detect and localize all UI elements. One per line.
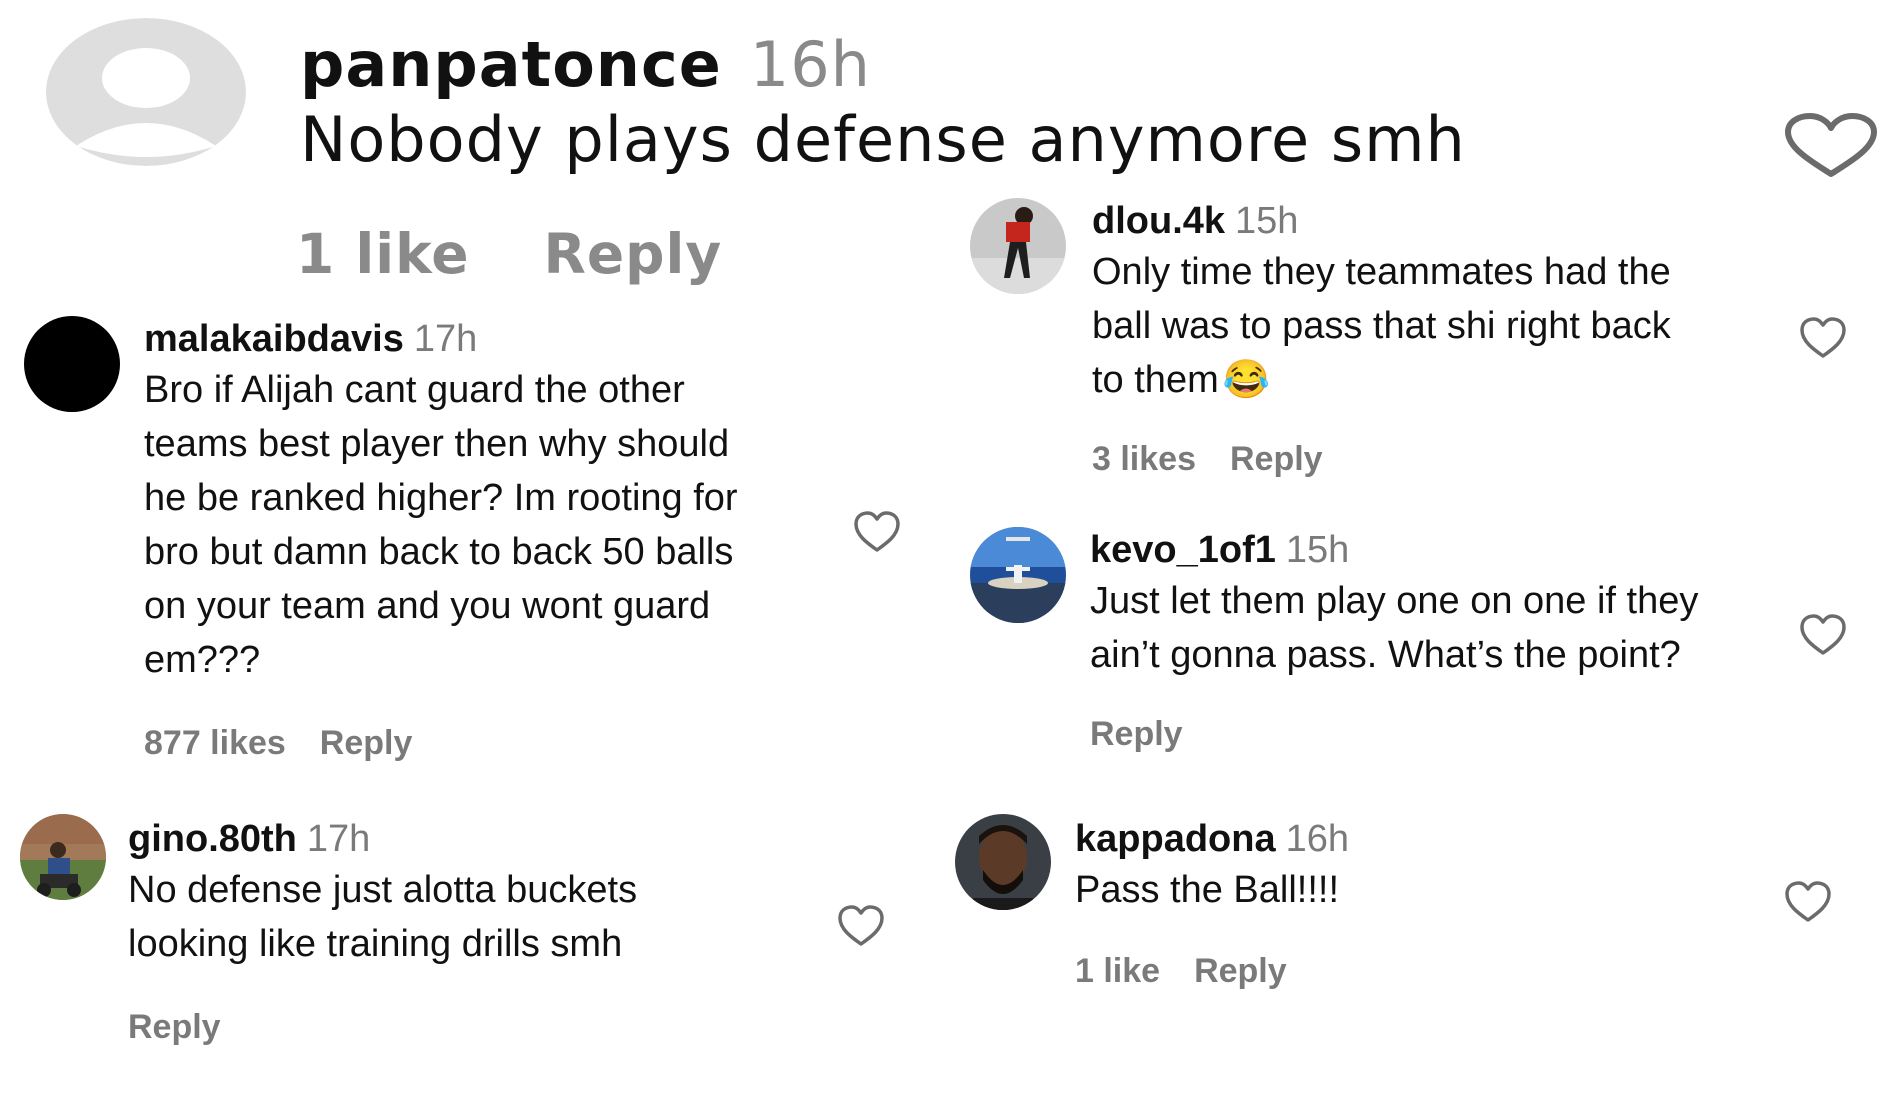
user-photo-icon	[20, 814, 106, 900]
user-photo-icon	[970, 527, 1066, 623]
comment-text: Nobody plays defense anymore smh	[300, 103, 1466, 176]
timestamp: 15h	[1235, 200, 1299, 242]
timestamp: 15h	[1285, 529, 1350, 571]
default-avatar-icon	[46, 18, 246, 166]
like-heart-icon[interactable]	[1783, 880, 1833, 928]
like-count[interactable]: 877 likes	[144, 724, 286, 762]
text-line: he be ranked higher? Im rooting for	[144, 477, 738, 519]
comment-actions: 1 like Reply	[1075, 952, 1287, 991]
comment-text: Only time they teammates had the ball wa…	[1092, 245, 1671, 407]
timestamp: 16h	[749, 28, 871, 101]
comment-text: Just let them play one on one if they ai…	[1090, 574, 1698, 682]
text-line: em???	[144, 639, 261, 681]
comment-actions: Reply	[1090, 715, 1183, 754]
reply-button[interactable]: Reply	[320, 724, 413, 762]
comment-actions: 877 likes Reply	[144, 724, 412, 763]
text-line: Just let them play one on one if they	[1090, 580, 1699, 622]
timestamp: 17h	[413, 318, 478, 360]
reply-comment-malakaibdavis: malakaibdavis 17h Bro if Alijah cant guar…	[0, 300, 930, 770]
text-line: ain’t gonna pass. What’s the point?	[1090, 634, 1681, 676]
reply-button[interactable]: Reply	[544, 222, 723, 286]
username[interactable]: kappadona	[1075, 818, 1276, 860]
timestamp: 16h	[1285, 818, 1350, 860]
comment-header: kappadona 16h	[1075, 818, 1349, 861]
text-line: on your team and you wont guard	[144, 585, 711, 627]
reply-comment-kevo: kevo_1of1 15h Just let them play one on o…	[960, 515, 1900, 785]
reply-comment-gino: gino.80th 17h No defense just alotta buck…	[0, 800, 930, 1070]
user-photo-icon	[955, 814, 1051, 910]
like-count[interactable]: 3 likes	[1092, 440, 1196, 478]
text-line: looking like training drills smh	[128, 923, 623, 965]
comment-text: Pass the Ball!!!!	[1075, 863, 1349, 917]
like-heart-icon[interactable]	[836, 904, 886, 952]
text-line: bro but damn back to back 50 balls	[144, 531, 734, 573]
like-heart-icon[interactable]	[1798, 316, 1848, 364]
comment-actions: 1 like Reply	[296, 222, 722, 286]
reply-button[interactable]: Reply	[1090, 715, 1183, 753]
user-photo-icon	[970, 198, 1066, 294]
comment-header: panpatonce 16h	[300, 28, 1466, 101]
avatar-placeholder[interactable]	[46, 18, 246, 166]
avatar[interactable]	[20, 814, 106, 900]
username[interactable]: gino.80th	[128, 818, 297, 860]
reply-comment-kappadona: kappadona 16h Pass the Ball!!!! 1 like Rep…	[945, 800, 1900, 1030]
text-line: Pass the Ball!!!!	[1075, 869, 1340, 911]
username[interactable]: panpatonce	[300, 28, 722, 101]
comment-header: kevo_1of1 15h	[1090, 529, 1698, 572]
text-line: ball was to pass that shi right back	[1092, 305, 1671, 347]
avatar[interactable]	[24, 316, 120, 412]
comment-header: malakaibdavis 17h	[144, 318, 738, 361]
text-line: No defense just alotta buckets	[128, 869, 638, 911]
comment-header: gino.80th 17h	[128, 818, 637, 861]
like-heart-icon[interactable]	[1782, 112, 1880, 184]
reply-button[interactable]: Reply	[128, 1008, 221, 1046]
avatar[interactable]	[970, 527, 1066, 623]
like-count[interactable]: 1 like	[1075, 952, 1160, 990]
comment-actions: 3 likes Reply	[1092, 440, 1323, 479]
text-line-end: to them	[1092, 359, 1219, 401]
comment-text: No defense just alotta buckets looking l…	[128, 863, 637, 971]
avatar[interactable]	[970, 198, 1066, 294]
timestamp: 17h	[306, 818, 371, 860]
username[interactable]: malakaibdavis	[144, 318, 404, 360]
comment-header: dlou.4k 15h	[1092, 200, 1671, 243]
laughing-emoji-icon: 😂	[1222, 359, 1271, 401]
username[interactable]: kevo_1of1	[1090, 529, 1276, 571]
comment-actions: Reply	[128, 1008, 221, 1047]
like-count[interactable]: 1 like	[296, 222, 470, 286]
reply-button[interactable]: Reply	[1194, 952, 1287, 990]
text-line: to them 😂	[1092, 353, 1671, 407]
comment-text: Bro if Alijah cant guard the other teams…	[144, 363, 738, 687]
text-line: Only time they teammates had the	[1092, 251, 1671, 293]
reply-comment-dlou: dlou.4k 15h Only time they teammates had …	[960, 190, 1900, 500]
avatar[interactable]	[955, 814, 1051, 910]
username[interactable]: dlou.4k	[1092, 200, 1225, 242]
like-heart-icon[interactable]	[1798, 613, 1848, 661]
text-line: teams best player then why should	[144, 423, 730, 465]
text-line: Bro if Alijah cant guard the other	[144, 369, 685, 411]
reply-button[interactable]: Reply	[1230, 440, 1323, 478]
like-heart-icon[interactable]	[852, 510, 902, 558]
